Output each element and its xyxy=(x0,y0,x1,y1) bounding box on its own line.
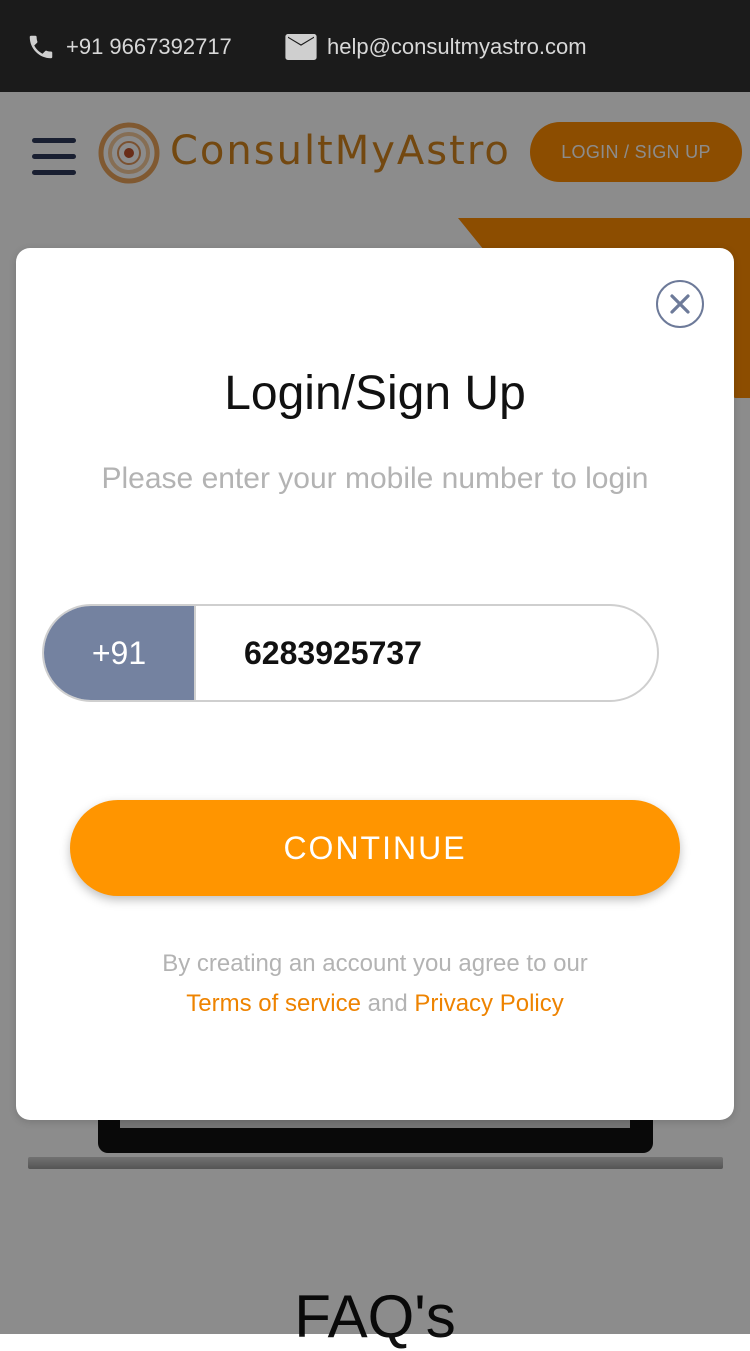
terms-intro-text: By creating an account you agree to our xyxy=(162,950,588,977)
close-icon[interactable] xyxy=(656,280,704,328)
contact-phone[interactable]: +91 9667392717 xyxy=(26,30,232,64)
contact-email-text: help@consultmyastro.com xyxy=(327,34,587,59)
terms-of-service-link[interactable]: Terms of service xyxy=(186,990,361,1017)
mobile-number-input[interactable] xyxy=(196,606,636,700)
continue-button[interactable]: CONTINUE xyxy=(70,800,680,896)
contact-email[interactable]: help@consultmyastro.com xyxy=(285,30,587,64)
contact-phone-text: +91 9667392717 xyxy=(66,34,232,59)
mail-icon xyxy=(285,34,317,60)
modal-subtitle: Please enter your mobile number to login xyxy=(101,462,649,495)
top-contact-bar: +91 9667392717 help@consultmyastro.com xyxy=(0,0,750,92)
privacy-policy-link[interactable]: Privacy Policy xyxy=(414,990,563,1017)
terms-links: Terms of service and Privacy Policy xyxy=(16,990,734,1018)
phone-number-field: +91 xyxy=(42,604,659,702)
phone-icon xyxy=(26,32,56,62)
login-modal: Login/Sign Up Please enter your mobile n… xyxy=(16,248,734,1120)
country-code-selector[interactable]: +91 xyxy=(44,606,196,700)
terms-and-text: and xyxy=(360,990,415,1017)
modal-title: Login/Sign Up xyxy=(224,367,526,420)
